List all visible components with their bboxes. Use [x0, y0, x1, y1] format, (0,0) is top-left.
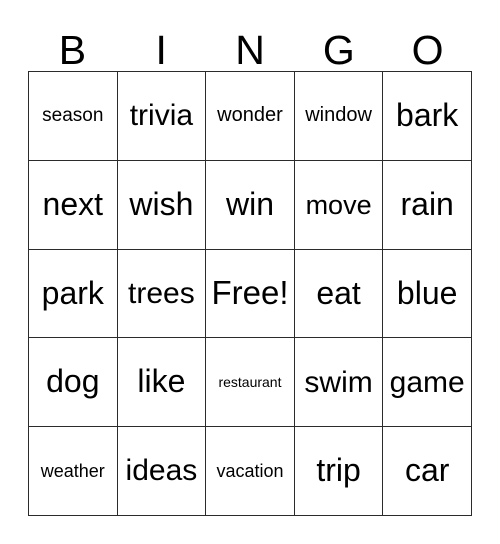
bingo-cell[interactable]: ideas	[117, 427, 207, 516]
bingo-cell-label: trivia	[129, 99, 194, 133]
bingo-cell-label: ideas	[125, 454, 198, 488]
bingo-cell[interactable]: trip	[294, 427, 384, 516]
bingo-cell[interactable]: blue	[383, 249, 472, 339]
bingo-grid: season trivia wonder window bark next wi…	[28, 71, 472, 516]
bingo-cell-label: move	[305, 189, 372, 220]
bingo-row: next wish win move rain	[29, 160, 472, 250]
bingo-cell[interactable]: eat	[294, 249, 384, 339]
bingo-row: dog like restaurant swim game	[29, 338, 472, 428]
bingo-cell-label: season	[42, 104, 104, 126]
bingo-cell-label: rain	[400, 185, 454, 222]
bingo-cell-label: blue	[396, 274, 458, 311]
bingo-cell-label: weather	[40, 460, 105, 481]
bingo-cell[interactable]: wonder	[206, 72, 295, 161]
bingo-row: park trees Free! eat blue	[29, 249, 472, 339]
bingo-cell-label: dog	[46, 363, 100, 400]
bingo-cell[interactable]: window	[294, 72, 384, 161]
bingo-row: season trivia wonder window bark	[29, 72, 472, 161]
bingo-cell[interactable]: car	[383, 427, 472, 516]
bingo-cell[interactable]: vacation	[206, 427, 295, 516]
bingo-cell-label: trees	[128, 276, 195, 310]
bingo-cell[interactable]: like	[117, 338, 207, 428]
bingo-cell-label: eat	[316, 274, 361, 311]
bingo-header-letter: O	[411, 27, 444, 73]
bingo-cell-label: next	[42, 185, 104, 222]
bingo-cell-label: trip	[316, 452, 361, 489]
bingo-cell-label: park	[41, 274, 104, 311]
bingo-header-cell-b: B	[28, 12, 117, 71]
bingo-row: weather ideas vacation trip car	[29, 427, 472, 516]
bingo-cell[interactable]: restaurant	[206, 338, 295, 428]
bingo-cell-label: wonder	[217, 104, 283, 127]
bingo-cell-label: win	[225, 185, 274, 222]
bingo-cell[interactable]: move	[294, 160, 384, 250]
bingo-cell[interactable]: next	[29, 160, 118, 250]
bingo-header-cell-o: O	[383, 12, 472, 71]
bingo-header-letter: B	[58, 27, 87, 73]
bingo-cell[interactable]: bark	[383, 72, 472, 161]
bingo-cell[interactable]: weather	[29, 427, 118, 516]
bingo-cell[interactable]: rain	[383, 160, 472, 250]
bingo-header-letter: G	[322, 27, 355, 73]
bingo-header-letter: N	[235, 27, 265, 73]
bingo-free-cell[interactable]: Free!	[206, 249, 295, 339]
bingo-cell[interactable]: trees	[117, 249, 207, 339]
bingo-cell[interactable]: season	[29, 72, 118, 161]
bingo-header-cell-g: G	[294, 12, 383, 71]
bingo-cell-label: bark	[396, 97, 459, 134]
bingo-cell-label: car	[404, 452, 450, 489]
bingo-header-letter: I	[155, 27, 167, 73]
bingo-cell[interactable]: win	[206, 160, 295, 250]
bingo-header-row: B I N G O	[28, 12, 472, 71]
bingo-header-cell-i: I	[117, 12, 206, 71]
bingo-free-label: Free!	[211, 274, 289, 312]
bingo-cell-label: window	[305, 104, 372, 127]
bingo-card: B I N G O season trivia wonder window ba…	[28, 12, 472, 516]
bingo-header-cell-n: N	[206, 12, 295, 71]
bingo-cell[interactable]: dog	[29, 338, 118, 428]
bingo-cell[interactable]: trivia	[117, 72, 207, 161]
bingo-cell-label: game	[389, 365, 465, 399]
bingo-cell[interactable]: game	[383, 338, 472, 428]
bingo-cell-label: vacation	[216, 460, 284, 481]
bingo-cell-label: wish	[129, 185, 194, 222]
bingo-cell[interactable]: wish	[117, 160, 207, 250]
bingo-cell[interactable]: swim	[294, 338, 384, 428]
bingo-cell-label: restaurant	[218, 373, 282, 390]
bingo-cell-label: like	[137, 363, 186, 400]
bingo-cell-label: swim	[304, 365, 373, 399]
bingo-cell[interactable]: park	[29, 249, 118, 339]
